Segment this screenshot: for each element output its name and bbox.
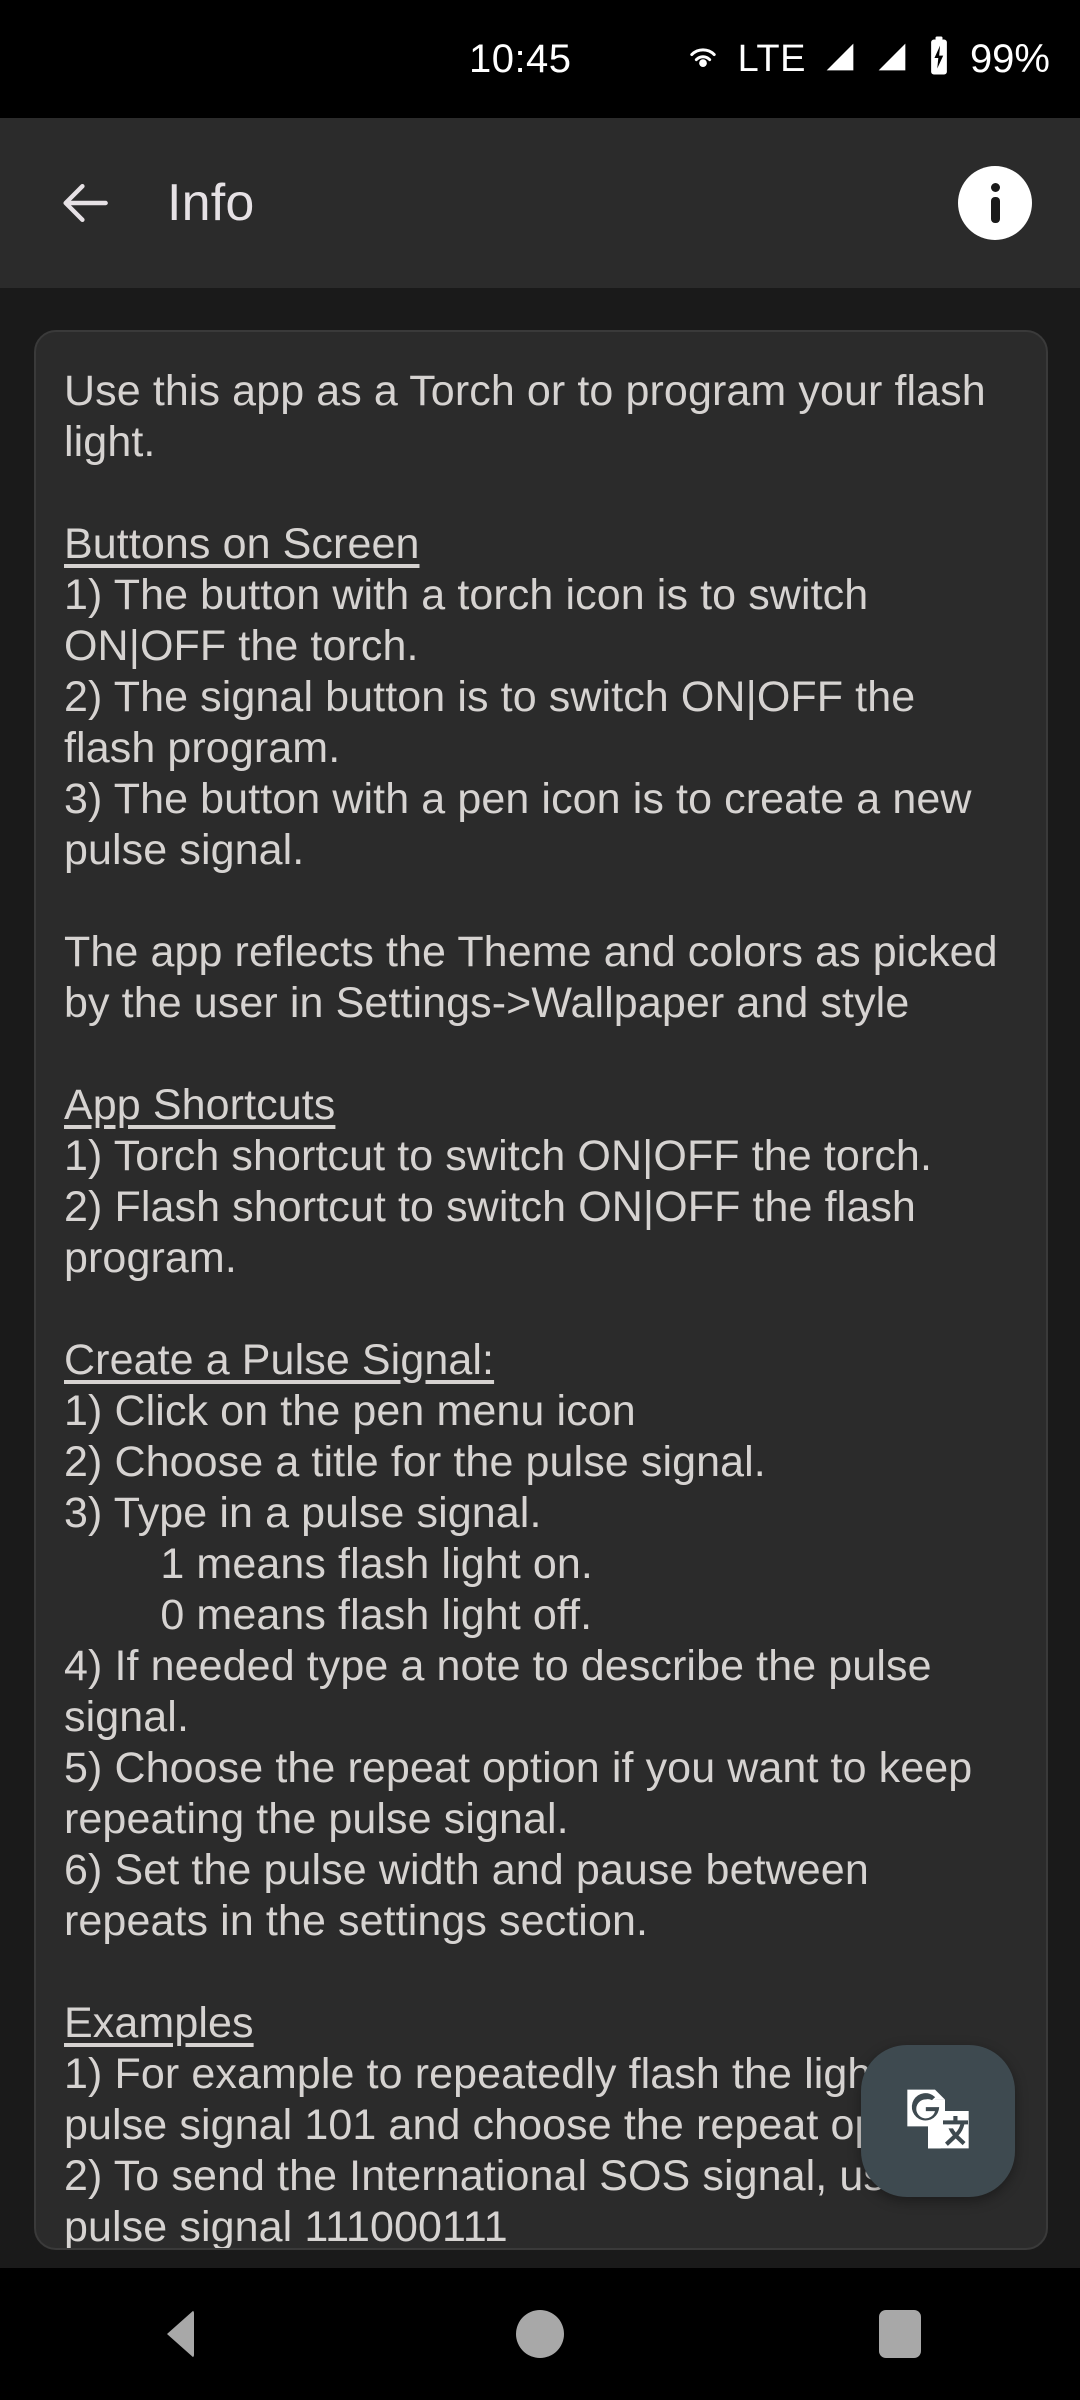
signal-bars-2-icon <box>872 37 912 82</box>
translate-icon <box>898 2079 978 2164</box>
info-card-inner: Use this app as a Torch or to program yo… <box>36 332 1046 2250</box>
app-bar: Info <box>0 118 1080 288</box>
nav-back-button[interactable] <box>90 2268 270 2400</box>
battery-charging-icon <box>924 36 954 83</box>
recents-square-icon <box>879 2310 921 2358</box>
page-title: Info <box>167 174 255 232</box>
status-time: 10:45 <box>468 36 572 81</box>
battery-percent-label: 99% <box>969 36 1050 81</box>
home-circle-icon <box>516 2310 564 2358</box>
navigation-bar <box>0 2268 1080 2400</box>
network-type-label: LTE <box>737 37 806 80</box>
status-icons: LTE 99% <box>682 36 1050 83</box>
info-icon[interactable] <box>958 166 1032 240</box>
status-bar: 10:45 LTE 99% <box>0 0 1080 118</box>
info-icon-bar <box>990 197 1000 223</box>
google-translate-button[interactable] <box>861 2045 1015 2197</box>
info-icon-dot <box>990 183 1000 192</box>
nav-recents-button[interactable] <box>810 2268 990 2400</box>
info-card[interactable]: Use this app as a Torch or to program yo… <box>34 330 1048 2250</box>
info-body-text: Use this app as a Torch or to program yo… <box>64 367 998 2250</box>
hotspot-icon <box>682 36 724 83</box>
back-triangle-icon <box>166 2310 194 2358</box>
signal-bars-1-icon <box>820 37 860 82</box>
phone-screen: 10:45 LTE 99% Info Use this app as a Tor… <box>0 0 1080 2400</box>
nav-home-button[interactable] <box>450 2268 630 2400</box>
back-arrow-icon[interactable] <box>45 163 125 243</box>
